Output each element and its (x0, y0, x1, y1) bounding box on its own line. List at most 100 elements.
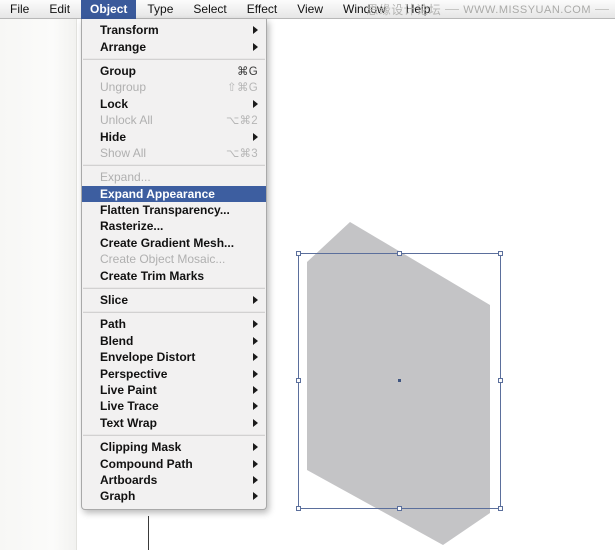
menu-item-rasterize[interactable]: Rasterize... (82, 218, 266, 234)
submenu-arrow-icon (253, 369, 258, 378)
menu-item-live-trace[interactable]: Live Trace (82, 398, 266, 414)
menu-item-label: Path (100, 317, 127, 332)
menubar-item-file[interactable]: File (1, 0, 38, 19)
menu-item-arrange[interactable]: Arrange (82, 38, 266, 54)
menu-item-shortcut: ⌘G (236, 65, 258, 78)
menubar-item-select[interactable]: Select (184, 0, 235, 19)
menu-item-blend[interactable]: Blend (82, 333, 266, 349)
menu-item-flatten-transparency[interactable]: Flatten Transparency... (82, 202, 266, 218)
submenu-arrow-icon (253, 99, 258, 108)
submenu-arrow-icon (253, 475, 258, 484)
menubar-item-type[interactable]: Type (138, 0, 182, 19)
menu-item-label: Graph (100, 489, 136, 504)
menu-item-label: Live Paint (100, 383, 157, 397)
menu-item-shortcut: ⌥⌘2 (225, 115, 258, 128)
menu-item-hide[interactable]: Hide (82, 128, 266, 144)
watermark-rule-right (595, 9, 609, 10)
submenu-arrow-icon (253, 353, 258, 362)
canvas-edge-line (76, 18, 77, 550)
menu-item-label: Rasterize... (100, 219, 164, 234)
menu-separator (83, 164, 265, 167)
menu-item-graph[interactable]: Graph (82, 488, 266, 504)
submenu-arrow-icon (253, 459, 258, 468)
menu-item-label: Compound Path (100, 456, 193, 471)
menu-item-text-wrap[interactable]: Text Wrap (82, 415, 266, 431)
menu-separator (83, 286, 265, 289)
selection-handle[interactable] (397, 506, 402, 511)
menu-item-label: Create Object Mosaic... (100, 252, 226, 267)
menu-item-label: Show All (100, 145, 147, 160)
submenu-arrow-icon (253, 336, 258, 345)
menu-bar[interactable]: File Edit Object Type Select Effect View Window… (0, 0, 615, 19)
submenu-arrow-icon (253, 26, 258, 35)
watermark-rule-left (445, 9, 460, 10)
menu-item-compound-path[interactable]: Compound Path (82, 455, 266, 471)
canvas-left-margin (0, 18, 76, 550)
submenu-arrow-icon (253, 42, 258, 51)
selection-handle[interactable] (296, 251, 301, 256)
menu-item-perspective[interactable]: Perspective (82, 365, 266, 381)
menu-item-lock[interactable]: Lock (82, 96, 266, 112)
selection-handle[interactable] (498, 251, 503, 256)
menu-item-clipping-mask[interactable]: Clipping Mask (82, 439, 266, 455)
menu-item-label: Arrange (100, 39, 147, 54)
menu-item-unlock-all: Unlock All ⌥⌘2 (82, 112, 266, 128)
selection-handle[interactable] (296, 506, 301, 511)
menu-item-label: Lock (100, 96, 129, 111)
menu-item-label: Slice (100, 293, 129, 308)
menubar-item-effect[interactable]: Effect (238, 0, 286, 19)
menubar-item-object[interactable]: Object (81, 0, 137, 19)
menu-item-slice[interactable]: Slice (82, 292, 266, 308)
menu-item-label: Perspective (100, 366, 168, 381)
selection-handle[interactable] (296, 378, 301, 383)
menu-item-group[interactable]: Group ⌘G (82, 63, 266, 79)
menu-item-create-object-mosaic: Create Object Mosaic... (82, 251, 266, 267)
menu-item-expand: Expand... (82, 169, 266, 185)
menu-item-label: Envelope Distort (100, 350, 196, 365)
selection-handle[interactable] (498, 506, 503, 511)
submenu-arrow-icon (253, 443, 258, 452)
menu-item-create-gradient-mesh[interactable]: Create Gradient Mesh... (82, 235, 266, 251)
menu-item-transform[interactable]: Transform (82, 22, 266, 38)
menu-item-show-all: Show All ⌥⌘3 (82, 145, 266, 161)
menu-item-label: Expand... (100, 170, 151, 185)
submenu-arrow-icon (253, 320, 258, 329)
submenu-arrow-icon (253, 492, 258, 501)
menu-item-expand-appearance[interactable]: Expand Appearance (82, 185, 266, 202)
menu-item-path[interactable]: Path (82, 316, 266, 332)
menu-item-label: Live Trace (100, 399, 159, 414)
menu-item-envelope-distort[interactable]: Envelope Distort (82, 349, 266, 365)
menu-item-label: Text Wrap (100, 415, 157, 430)
menubar-item-edit[interactable]: Edit (40, 0, 79, 19)
watermark-chinese-text: 思缘设计论坛 (366, 3, 442, 17)
menu-item-label: Flatten Transparency... (100, 203, 230, 218)
menu-item-ungroup: Ungroup ⇧⌘G (82, 79, 266, 95)
menu-item-label: Transform (100, 23, 159, 38)
illustrator-window: File Edit Object Type Select Effect View Window… (0, 0, 615, 550)
menu-separator (83, 57, 265, 60)
menu-item-label: Artboards (100, 472, 158, 487)
object-dropdown-menu[interactable]: Transform Arrange Group ⌘G Ungroup ⇧⌘G Lock Unl… (81, 19, 267, 510)
menubar-item-view[interactable]: View (288, 0, 332, 19)
menu-item-label: Hide (100, 129, 127, 144)
submenu-arrow-icon (253, 296, 258, 305)
menu-item-create-trim-marks[interactable]: Create Trim Marks (82, 267, 266, 283)
menu-separator (83, 433, 265, 436)
menu-item-label: Blend (100, 333, 134, 348)
menu-item-shortcut: ⌥⌘3 (225, 147, 258, 160)
selection-handle[interactable] (397, 251, 402, 256)
selection-center-point (398, 379, 401, 382)
menu-item-artboards[interactable]: Artboards (82, 472, 266, 488)
submenu-arrow-icon (253, 132, 258, 141)
submenu-arrow-icon (253, 402, 258, 411)
menu-separator (83, 311, 265, 314)
watermark: 思缘设计论坛 WWW.MISSYUAN.COM (366, 1, 609, 18)
menu-item-live-paint[interactable]: Live Paint (82, 382, 266, 398)
menu-item-label: Group (100, 63, 136, 78)
selection-handle[interactable] (498, 378, 503, 383)
submenu-arrow-icon (253, 418, 258, 427)
watermark-url: WWW.MISSYUAN.COM (463, 3, 591, 16)
menu-item-label: Ungroup (100, 80, 147, 95)
menu-item-shortcut: ⇧⌘G (227, 82, 258, 95)
submenu-arrow-icon (253, 386, 258, 394)
